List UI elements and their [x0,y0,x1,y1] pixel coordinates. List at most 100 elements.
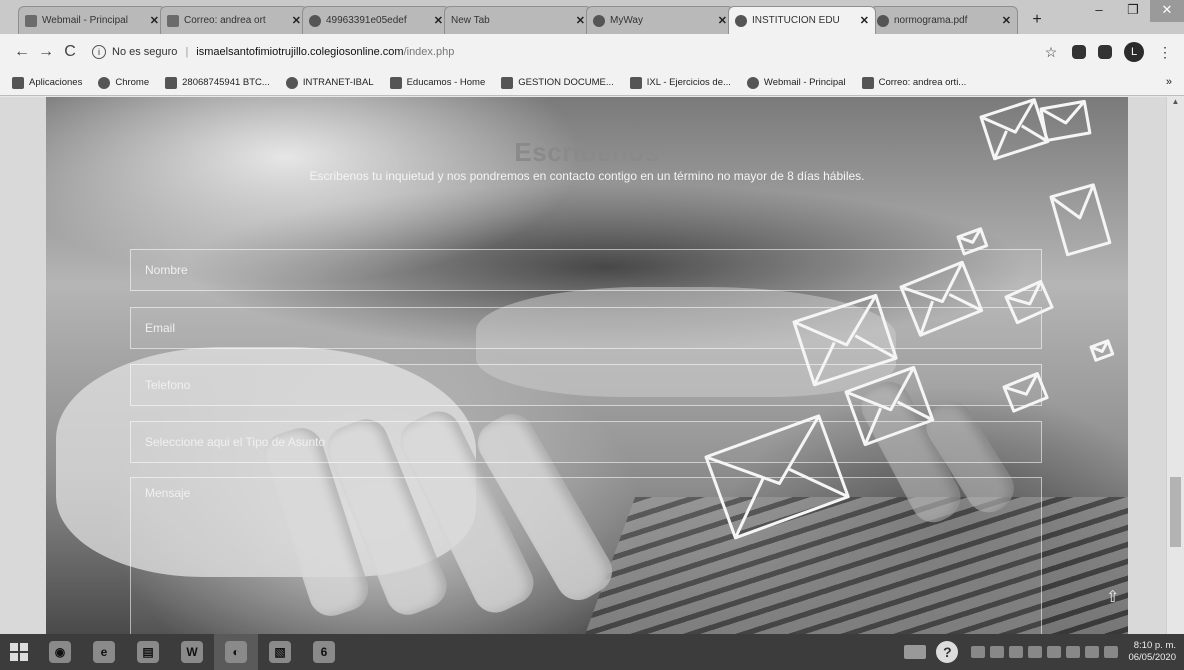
tray-icon[interactable] [1009,646,1024,658]
start-button[interactable] [0,634,38,670]
url-host: ismaelsantofimiotrujillo.colegiosonline.… [196,46,404,58]
bookmark-label: Webmail - Principal [763,77,846,88]
store-icon: ▧ [269,641,291,663]
tab-title: 49963391e05edef [326,15,407,26]
app-icon: 6 [313,641,335,663]
network-icon[interactable] [1066,646,1081,658]
page-margin [0,97,46,634]
tray-icon[interactable] [990,646,1005,658]
bookmark-ixl[interactable]: IXL - Ejercicios de... [629,76,731,89]
page-scrollbar[interactable]: ▲ [1166,97,1184,634]
educamos-icon [389,76,402,89]
bookmark-gestion[interactable]: GESTION DOCUME... [501,76,614,89]
windows-taskbar: ◉ e ▤ W ◐ ▧ 6 ? 8:10 p. m. 06/05/2020 [0,634,1184,670]
contact-section: Escribenos Escribenos tu inquietud y nos… [46,97,1128,634]
close-tab-icon[interactable]: ✕ [1002,14,1011,27]
tray-icon[interactable] [1047,646,1062,658]
envelope-icon [1039,99,1092,143]
webmail-icon [25,14,37,27]
tab-title: New Tab [451,15,490,26]
globe-icon [735,14,747,27]
tab-institucion[interactable]: INSTITUCION EDU ✕ [728,6,876,34]
extension-icon[interactable] [1098,45,1112,59]
close-tab-icon[interactable]: ✕ [576,14,585,27]
battery-icon[interactable] [1104,646,1119,658]
taskbar-app-other[interactable]: 6 [302,634,346,670]
forward-button[interactable]: → [34,43,58,61]
url-path: /index.php [403,46,455,58]
minimize-button[interactable]: – [1082,0,1116,22]
bookmark-label: Chrome [115,77,150,88]
chrome-icon: ◐ [225,641,247,663]
maximize-button[interactable]: ❐ [1116,0,1150,22]
name-input[interactable]: Nombre [130,249,1042,291]
taskbar-app-camera[interactable]: ◉ [38,634,82,670]
tab-normograma[interactable]: normograma.pdf ✕ [870,6,1018,34]
document-icon [501,76,514,89]
myway-icon [593,14,605,27]
taskbar-app-store[interactable]: ▧ [258,634,302,670]
bookmark-chrome[interactable]: Chrome [98,76,150,89]
tab-title: Correo: andrea ort [184,15,266,26]
back-button[interactable]: ← [10,43,34,61]
new-tab-button[interactable]: + [1024,10,1050,30]
page-title: Escribenos [514,137,660,167]
more-bookmarks-button[interactable]: » [1166,76,1172,88]
phone-input[interactable]: Telefono [130,364,1042,406]
clock-date: 06/05/2020 [1128,652,1176,663]
close-tab-icon[interactable]: ✕ [150,14,159,27]
bookmark-intranet[interactable]: INTRANET-IBAL [285,76,374,89]
keyboard-icon[interactable] [904,645,927,659]
tray-icon[interactable] [971,646,986,658]
info-icon[interactable]: i [92,45,106,59]
menu-icon[interactable]: ⋮ [1156,43,1174,61]
system-clock[interactable]: 8:10 p. m. 06/05/2020 [1128,640,1176,664]
tab-correo[interactable]: Correo: andrea ort ✕ [160,6,308,34]
bookmark-correo[interactable]: Correo: andrea orti... [861,76,966,89]
taskbar-app-chrome[interactable]: ◐ [214,634,258,670]
star-icon[interactable]: ☆ [1042,43,1060,61]
windows-logo-icon [10,643,28,661]
scroll-to-top-button[interactable]: ⇧ [1106,587,1120,609]
tab-title: Webmail - Principal [42,15,128,26]
tab-webmail[interactable]: Webmail - Principal ✕ [18,6,166,34]
scrollbar-thumb[interactable] [1170,477,1181,547]
message-textarea[interactable]: Mensaje [130,477,1042,634]
close-tab-icon[interactable]: ✕ [434,14,443,27]
btc-icon [165,76,178,89]
reload-button[interactable]: C [58,43,82,61]
close-window-button[interactable]: ✕ [1150,0,1184,22]
taskbar-app-explorer[interactable]: ▤ [126,634,170,670]
taskbar-app-ie[interactable]: e [82,634,126,670]
window-controls: – ❐ ✕ [1082,0,1184,22]
bookmark-educamos[interactable]: Educamos - Home [389,76,485,89]
close-tab-icon[interactable]: ✕ [860,14,869,27]
scroll-up-icon[interactable]: ▲ [1167,97,1184,111]
subject-select[interactable]: Seleccione aqui el Tipo de Asunto [130,421,1042,463]
bookmark-webmail[interactable]: Webmail - Principal [746,76,846,89]
bookmark-label: Aplicaciones [29,77,83,88]
email-input[interactable]: Email [130,307,1042,349]
outlook-icon [167,14,179,27]
bookmark-apps[interactable]: Aplicaciones [12,76,83,89]
clock-time: 8:10 p. m. [1133,640,1176,651]
tab-new-tab[interactable]: New Tab ✕ [444,6,592,34]
tab-document[interactable]: 49963391e05edef ✕ [302,6,450,34]
bookmark-btc[interactable]: 28068745941 BTC... [165,76,270,89]
tray-icon[interactable] [1028,646,1043,658]
close-tab-icon[interactable]: ✕ [292,14,301,27]
pdf-icon [877,14,889,27]
webmail-icon [746,76,759,89]
extension-icon[interactable] [1072,45,1086,59]
profile-avatar[interactable]: L [1124,42,1144,62]
taskbar-app-word[interactable]: W [170,634,214,670]
word-icon: W [181,641,203,663]
close-tab-icon[interactable]: ✕ [718,14,727,27]
help-icon[interactable]: ? [936,641,959,663]
tab-myway[interactable]: MyWay ✕ [586,6,734,34]
tab-strip: Webmail - Principal ✕ Correo: andrea ort… [0,0,1184,34]
volume-icon[interactable] [1085,646,1100,658]
address-bar[interactable]: i No es seguro | ismaelsantofimiotrujill… [92,39,1020,65]
browser-toolbar: ← → C i No es seguro | ismaelsantofimiot… [0,34,1184,70]
page-subtitle: Escribenos tu inquietud y nos pondremos … [309,169,865,183]
